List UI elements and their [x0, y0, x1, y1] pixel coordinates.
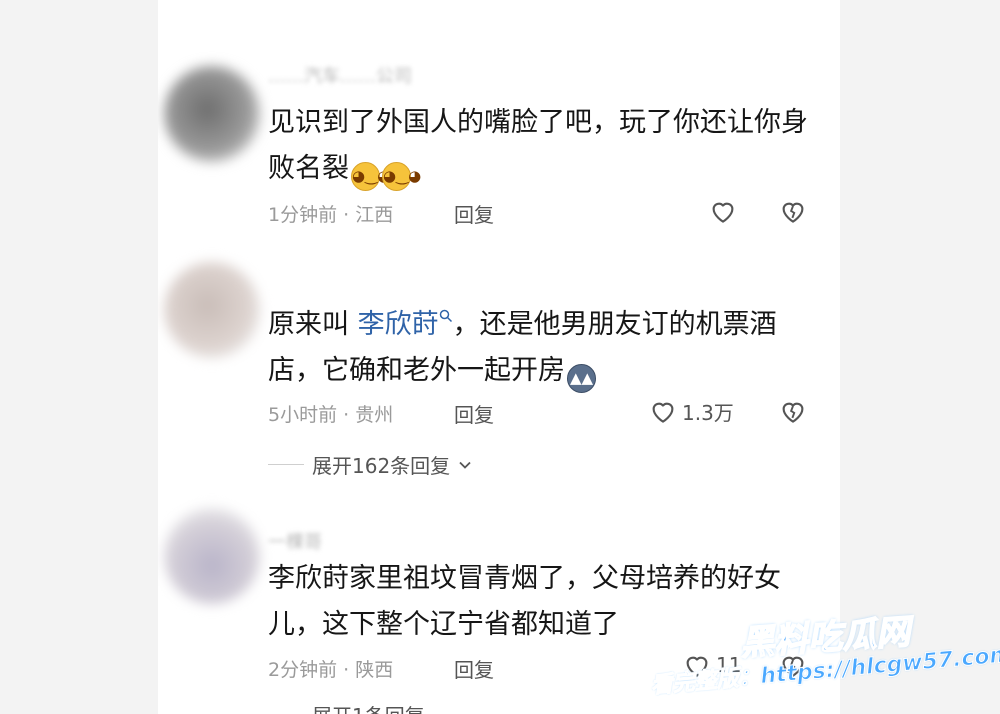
dog-emoji-icon: ▲▲	[567, 364, 596, 393]
expand-replies-label: 展开1条回复	[312, 700, 425, 714]
heart-icon	[686, 656, 708, 677]
broken-heart-icon	[782, 656, 804, 677]
like-count: 1.3万	[682, 400, 734, 425]
avatar[interactable]	[164, 508, 260, 604]
dislike-button[interactable]	[778, 650, 808, 684]
comment-body: 李欣莳家里祖坟冒青烟了，父母培养的好女儿，这下整个辽宁省都知道了	[268, 563, 781, 640]
comment-author[interactable]: ……汽车……公司	[268, 62, 412, 88]
search-icon	[439, 309, 452, 323]
mention-link[interactable]: 李欣莳	[358, 309, 439, 340]
dislike-button[interactable]	[778, 196, 808, 230]
comment-meta: 2分钟前 · 陕西	[268, 659, 394, 681]
chevron-down-icon	[459, 461, 471, 469]
comment-text: 李欣莳家里祖坟冒青烟了，父母培养的好女儿，这下整个辽宁省都知道了	[268, 556, 808, 648]
comment-body-prefix: 原来叫	[268, 309, 358, 340]
comment-meta: 1分钟前 · 江西	[268, 204, 394, 226]
like-button[interactable]: 11	[682, 650, 741, 680]
laughing-emoji-icon: ◕‿◕	[382, 162, 421, 191]
comment-text: 原来叫 李欣莳 ，还是他男朋友订的机票酒店，它确和老外一起开房 ▲▲	[268, 302, 808, 394]
like-button[interactable]	[708, 196, 738, 226]
dislike-button[interactable]	[778, 396, 808, 430]
reply-button[interactable]: 回复	[454, 199, 494, 228]
heart-icon	[652, 402, 674, 423]
comment-body: 见识到了外国人的嘴脸了吧，玩了你还让你身败名裂	[268, 107, 808, 184]
avatar[interactable]	[164, 262, 260, 358]
like-button[interactable]: 1.3万	[648, 396, 734, 426]
comment-list: ……汽车……公司 见识到了外国人的嘴脸了吧，玩了你还让你身败名裂 ◕‿◕◕‿◕ 1…	[158, 0, 840, 714]
avatar[interactable]	[164, 66, 260, 162]
comment-author[interactable]: 一棵哥	[268, 528, 322, 554]
reply-button[interactable]: 回复	[454, 399, 494, 428]
broken-heart-icon	[782, 402, 804, 423]
divider	[268, 464, 304, 465]
like-count: 11	[716, 653, 742, 677]
expand-replies-button[interactable]: 展开162条回复	[268, 450, 472, 479]
comment-text: 见识到了外国人的嘴脸了吧，玩了你还让你身败名裂 ◕‿◕◕‿◕	[268, 100, 808, 192]
heart-icon	[712, 202, 734, 223]
laughing-emoji-icon: ◕‿◕	[351, 162, 390, 191]
broken-heart-icon	[782, 202, 804, 223]
comment-meta: 5小时前 · 贵州	[268, 404, 394, 426]
expand-replies-label: 展开162条回复	[312, 454, 451, 478]
expand-replies-button[interactable]: 展开1条回复	[268, 700, 425, 714]
reply-button[interactable]: 回复	[454, 654, 494, 683]
